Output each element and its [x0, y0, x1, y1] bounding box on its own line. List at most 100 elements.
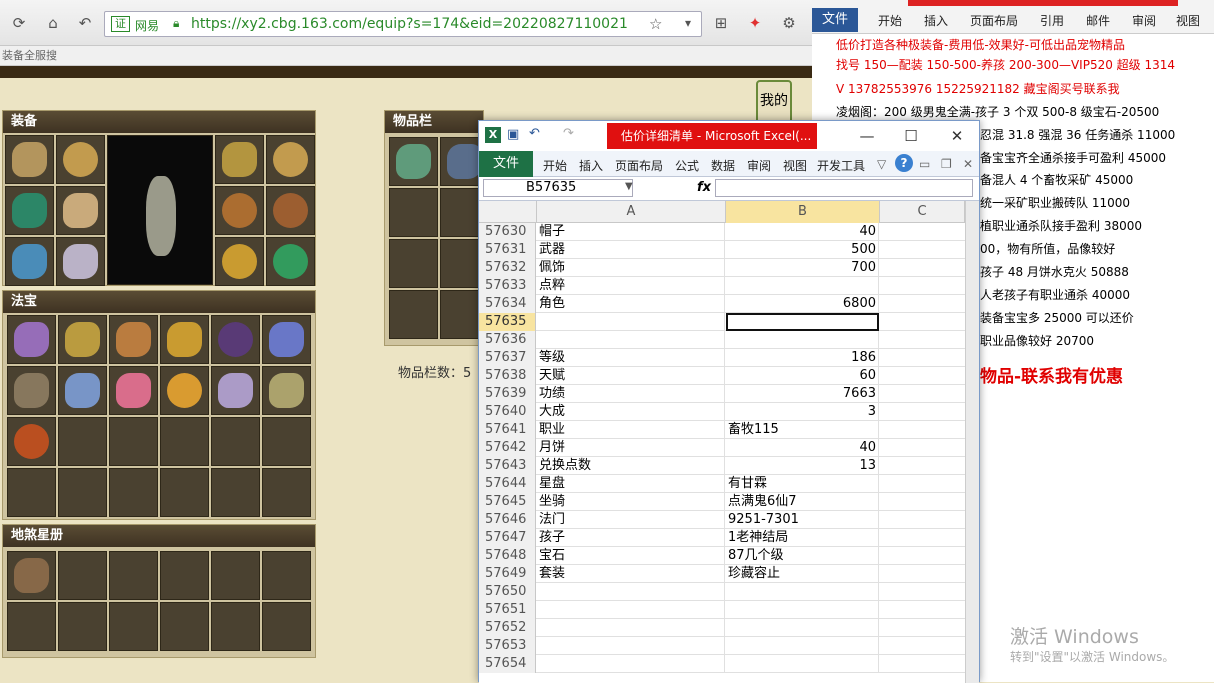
- cell-b[interactable]: 60: [726, 367, 879, 385]
- row-number[interactable]: 57633: [479, 277, 536, 295]
- inventory-slot[interactable]: [389, 290, 438, 339]
- row-number[interactable]: 57648: [479, 547, 536, 565]
- url-text[interactable]: https://xy2.cbg.163.com/equip?s=174&eid=…: [191, 16, 628, 32]
- star-book-slot[interactable]: [160, 602, 209, 651]
- row-number[interactable]: 57631: [479, 241, 536, 259]
- equipment-slot[interactable]: [56, 186, 105, 235]
- cell-b[interactable]: 3: [726, 403, 879, 421]
- vertical-scrollbar[interactable]: [965, 201, 979, 683]
- equipment-slot[interactable]: [5, 186, 54, 235]
- star-icon[interactable]: ☆: [649, 15, 662, 33]
- row-number[interactable]: 57637: [479, 349, 536, 367]
- excel-tab-review[interactable]: 审阅: [747, 157, 771, 174]
- bookmark-item[interactable]: 装备全服搜: [2, 49, 57, 62]
- equipment-slot[interactable]: [5, 135, 54, 184]
- treasure-slot[interactable]: [160, 417, 209, 466]
- treasure-slot[interactable]: [7, 468, 56, 517]
- cell-b[interactable]: 有甘霖: [726, 475, 879, 493]
- row-number[interactable]: 57634: [479, 295, 536, 313]
- cell-a[interactable]: 点粹: [537, 277, 725, 295]
- star-book-slot[interactable]: [58, 551, 107, 600]
- word-tab-file[interactable]: 文件: [812, 8, 858, 32]
- cell-a[interactable]: 天赋: [537, 367, 725, 385]
- star-book-slot[interactable]: [211, 551, 260, 600]
- equipment-slot[interactable]: [266, 237, 315, 286]
- word-tab-insert[interactable]: 插入: [924, 12, 948, 29]
- row-number[interactable]: 57650: [479, 583, 536, 601]
- excel-tab-home[interactable]: 开始: [543, 157, 567, 174]
- treasure-slot[interactable]: [109, 366, 158, 415]
- row-number[interactable]: 57642: [479, 439, 536, 457]
- cell-b[interactable]: 186: [726, 349, 879, 367]
- star-book-slot[interactable]: [262, 602, 311, 651]
- treasure-slot[interactable]: [262, 366, 311, 415]
- inventory-slot[interactable]: [389, 137, 438, 186]
- star-book-slot[interactable]: [7, 602, 56, 651]
- game-icon[interactable]: ✦: [744, 12, 766, 34]
- formula-input[interactable]: [715, 179, 973, 197]
- cell-b[interactable]: [726, 583, 879, 601]
- treasure-slot[interactable]: [262, 315, 311, 364]
- cell-a[interactable]: 帽子: [537, 223, 725, 241]
- row-number[interactable]: 57641: [479, 421, 536, 439]
- cell-b[interactable]: [726, 619, 879, 637]
- treasure-slot[interactable]: [262, 468, 311, 517]
- treasure-slot[interactable]: [262, 417, 311, 466]
- cell-a[interactable]: 孩子: [537, 529, 725, 547]
- back-icon[interactable]: ↶: [74, 12, 96, 34]
- restore-icon[interactable]: ❐: [941, 157, 952, 171]
- word-tab-home[interactable]: 开始: [878, 12, 902, 29]
- cell-a[interactable]: 宝石: [537, 547, 725, 565]
- cell-b[interactable]: 40: [726, 223, 879, 241]
- redo-icon[interactable]: ↷: [563, 126, 574, 141]
- treasure-slot[interactable]: [109, 315, 158, 364]
- cell-a[interactable]: [537, 583, 725, 601]
- close-icon[interactable]: ✕: [963, 157, 973, 171]
- excel-tab-layout[interactable]: 页面布局: [615, 157, 663, 174]
- cell-a[interactable]: 兑换点数: [537, 457, 725, 475]
- equipment-slot[interactable]: [215, 237, 264, 286]
- inventory-slot[interactable]: [389, 188, 438, 237]
- treasure-slot[interactable]: [58, 417, 107, 466]
- equipment-slot[interactable]: [5, 237, 54, 286]
- cell-b[interactable]: [726, 637, 879, 655]
- excel-tab-insert[interactable]: 插入: [579, 157, 603, 174]
- excel-tab-view[interactable]: 视图: [783, 157, 807, 174]
- address-bar[interactable]: 证 网易 🔒︎ https://xy2.cbg.163.com/equip?s=…: [104, 11, 702, 37]
- equipment-slot[interactable]: [56, 237, 105, 286]
- treasure-slot[interactable]: [109, 468, 158, 517]
- collapse-icon[interactable]: ▽: [877, 157, 886, 171]
- cell-a[interactable]: 星盘: [537, 475, 725, 493]
- row-number[interactable]: 57630: [479, 223, 536, 241]
- row-number[interactable]: 57649: [479, 565, 536, 583]
- select-all-corner[interactable]: [479, 201, 537, 223]
- row-number[interactable]: 57638: [479, 367, 536, 385]
- undo-icon[interactable]: ↶: [529, 126, 540, 141]
- excel-tab-data[interactable]: 数据: [711, 157, 735, 174]
- cell-a[interactable]: 月饼: [537, 439, 725, 457]
- excel-tab-formulas[interactable]: 公式: [675, 157, 699, 174]
- treasure-slot[interactable]: [7, 315, 56, 364]
- cell-b[interactable]: 700: [726, 259, 879, 277]
- cell-b[interactable]: 7663: [726, 385, 879, 403]
- row-number[interactable]: 57654: [479, 655, 536, 673]
- star-book-slot[interactable]: [109, 551, 158, 600]
- treasure-slot[interactable]: [58, 315, 107, 364]
- treasure-slot[interactable]: [160, 468, 209, 517]
- cell-b[interactable]: 500: [726, 241, 879, 259]
- cell-a[interactable]: 角色: [537, 295, 725, 313]
- cell-b[interactable]: [726, 655, 879, 673]
- maximize-button[interactable]: ☐: [889, 123, 933, 149]
- cell-b[interactable]: [726, 277, 879, 295]
- cell-b[interactable]: [726, 313, 879, 331]
- row-number[interactable]: 57645: [479, 493, 536, 511]
- row-number[interactable]: 57644: [479, 475, 536, 493]
- cell-a[interactable]: 武器: [537, 241, 725, 259]
- row-number[interactable]: 57632: [479, 259, 536, 277]
- column-header[interactable]: A: [537, 201, 726, 223]
- minimize-icon[interactable]: ▭: [919, 157, 930, 171]
- cell-b[interactable]: 87几个级: [726, 547, 879, 565]
- cell-a[interactable]: 功绩: [537, 385, 725, 403]
- equipment-slot[interactable]: [266, 186, 315, 235]
- cell-a[interactable]: 套装: [537, 565, 725, 583]
